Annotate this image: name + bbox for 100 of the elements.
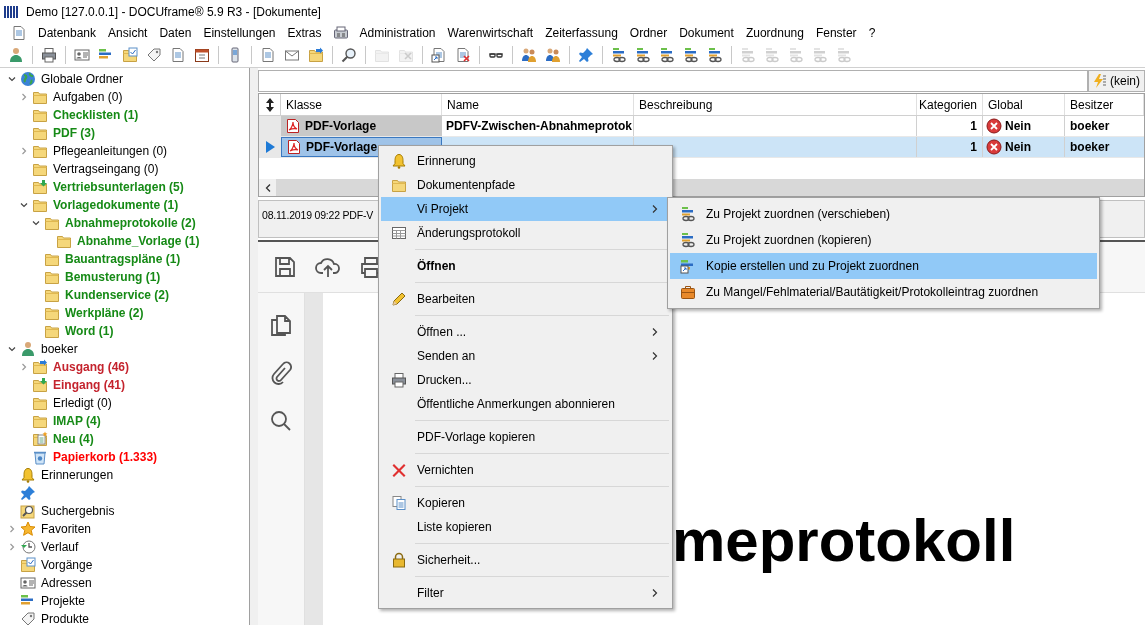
tree-item[interactable]: Eingang (41) (53, 376, 125, 394)
menu-item[interactable]: Fenster (809, 24, 863, 42)
menu-item[interactable]: Kopieren (381, 491, 670, 515)
paperclip-icon[interactable] (270, 361, 292, 385)
tree-item[interactable]: Projekte (41, 592, 86, 610)
menu-item[interactable]: Öffnen (381, 254, 670, 278)
column-header[interactable]: Name (442, 94, 634, 115)
tree-item[interactable]: Word (1) (65, 322, 114, 340)
tree-item[interactable]: Pflegeanleitungen (0) (53, 142, 168, 160)
tree-item[interactable]: Neu (4) (53, 430, 94, 448)
tree-item[interactable]: Ausgang (46) (53, 358, 129, 376)
column-header[interactable]: Kategorien (917, 94, 983, 115)
tree-item[interactable]: Erledigt (0) (53, 394, 112, 412)
menu-item[interactable]: Sicherheit... (381, 548, 670, 572)
tree-item[interactable]: PDF (3) (53, 124, 95, 142)
expand-toggle[interactable] (8, 543, 16, 551)
expand-toggle[interactable] (8, 345, 16, 353)
fax-icon[interactable] (332, 25, 349, 41)
menu-item[interactable]: Ansicht (102, 24, 154, 42)
tree-item[interactable]: Verlauf (41, 538, 79, 556)
folder-arrow-icon[interactable] (308, 46, 324, 63)
expand-toggle[interactable] (8, 75, 16, 83)
menu-item[interactable]: Filter (381, 581, 670, 605)
expand-toggle[interactable] (20, 93, 28, 101)
tree-item[interactable]: IMAP (4) (53, 412, 101, 430)
menu-item[interactable]: Kopie erstellen und zu Projekt zuordnen (670, 253, 1097, 279)
tree-item[interactable]: Bemusterung (1) (65, 268, 161, 286)
people-icon[interactable] (545, 46, 561, 63)
pin-icon[interactable] (578, 46, 594, 63)
tree-item[interactable]: Vorlagedokumente (1) (53, 196, 179, 214)
document-icon[interactable] (260, 46, 276, 63)
menu-item[interactable]: Änderungsprotokoll (381, 221, 670, 245)
menu-item[interactable]: Liste kopieren (381, 515, 670, 539)
menu-item[interactable]: Datenbank (32, 24, 103, 42)
tree-item[interactable]: Abnahmeprotokolle (2) (65, 214, 196, 232)
column-header[interactable]: Besitzer (1065, 94, 1144, 115)
bars-link-icon[interactable] (683, 46, 699, 63)
bars-link-icon[interactable] (659, 46, 675, 63)
menu-item[interactable]: Vi Projekt (381, 197, 670, 221)
tree-item[interactable]: Adressen (41, 574, 92, 592)
tree-item[interactable]: Globale Ordner (41, 70, 124, 88)
menu-item[interactable]: Zu Mangel/Fehlmaterial/Bautätigkeit/Protokolleintrag zuordnen (670, 279, 1097, 305)
expand-toggle[interactable] (20, 201, 28, 209)
menu-item[interactable]: PDF-Vorlage kopieren (381, 425, 670, 449)
document-shortcut-icon[interactable] (431, 46, 447, 63)
column-header[interactable]: Klasse (281, 94, 442, 115)
tree-item[interactable]: Vertriebsunterlagen (5) (53, 178, 184, 196)
menu-item[interactable]: Administration (353, 24, 442, 42)
tree-item[interactable]: boeker (41, 340, 78, 358)
bars-link-icon[interactable] (707, 46, 723, 63)
document-icon[interactable] (11, 25, 27, 41)
tag-icon[interactable] (146, 46, 162, 63)
printer-icon[interactable] (41, 46, 57, 63)
menu-item[interactable]: Zuordnung (739, 24, 810, 42)
save-icon[interactable] (273, 255, 297, 279)
tree-item[interactable]: Bauantragspläne (1) (65, 250, 181, 268)
expand-toggle[interactable] (32, 219, 40, 227)
menu-item[interactable]: Zu Projekt zuordnen (kopieren) (670, 227, 1097, 253)
expand-toggle[interactable] (20, 363, 28, 371)
search-icon[interactable] (270, 409, 292, 433)
tree-item[interactable]: Aufgaben (0) (53, 88, 123, 106)
document-icon[interactable] (170, 46, 186, 63)
menu-item[interactable]: Dokument (673, 24, 740, 42)
folder-check-icon[interactable] (122, 46, 138, 63)
menu-item[interactable]: Öffnen ... (381, 320, 670, 344)
menu-item[interactable]: Daten (153, 24, 198, 42)
menu-item[interactable]: Bearbeiten (381, 287, 670, 311)
address-card-icon[interactable] (74, 46, 90, 63)
people-icon[interactable] (521, 46, 537, 63)
menu-item[interactable]: Zeiterfassung (539, 24, 624, 42)
menu-item[interactable]: Drucken... (381, 368, 670, 392)
expand-toggle[interactable] (8, 525, 16, 533)
filter-field[interactable] (258, 70, 1088, 92)
column-header[interactable]: Global (983, 94, 1065, 115)
menu-item[interactable]: Vernichten (381, 458, 670, 482)
menu-item[interactable]: Extras (281, 24, 328, 42)
tree-item[interactable]: Suchergebnis (41, 502, 115, 520)
tree-item[interactable]: Werkpläne (2) (65, 304, 144, 322)
tree-item[interactable]: Checklisten (1) (53, 106, 139, 124)
menu-item[interactable]: Zu Projekt zuordnen (verschieben) (670, 201, 1097, 227)
tree-item[interactable]: Kundenservice (2) (65, 286, 170, 304)
menu-item[interactable]: Einstellungen (197, 24, 282, 42)
person-icon[interactable] (8, 46, 24, 63)
tree-item[interactable]: Favoriten (41, 520, 92, 538)
column-header[interactable]: Beschreibung (634, 94, 917, 115)
copy-icon[interactable] (270, 313, 292, 337)
menu-item[interactable]: Warenwirtschaft (441, 24, 540, 42)
filter-dropdown[interactable]: (kein) (1088, 70, 1145, 92)
document-delete-icon[interactable] (455, 46, 471, 63)
calendar-icon[interactable] (194, 46, 210, 63)
tree-item[interactable]: Erinnerungen (41, 466, 114, 484)
scroll-left-icon[interactable] (264, 183, 271, 192)
tree-item[interactable]: Papierkorb (1.333) (53, 448, 158, 466)
bars-link-icon[interactable] (635, 46, 651, 63)
expand-toggle[interactable] (20, 147, 28, 155)
tree-item[interactable]: Abnahme_Vorlage (1) (77, 232, 200, 250)
menu-item[interactable]: ? (862, 24, 882, 42)
menu-item[interactable]: Öffentliche Anmerkungen abonnieren (381, 392, 670, 416)
bars-link-icon[interactable] (611, 46, 627, 63)
table-row[interactable]: PDF-Vorlage PDFV-Zwischen-Abnahmeprotok 1 Nein boeker (259, 116, 1144, 137)
